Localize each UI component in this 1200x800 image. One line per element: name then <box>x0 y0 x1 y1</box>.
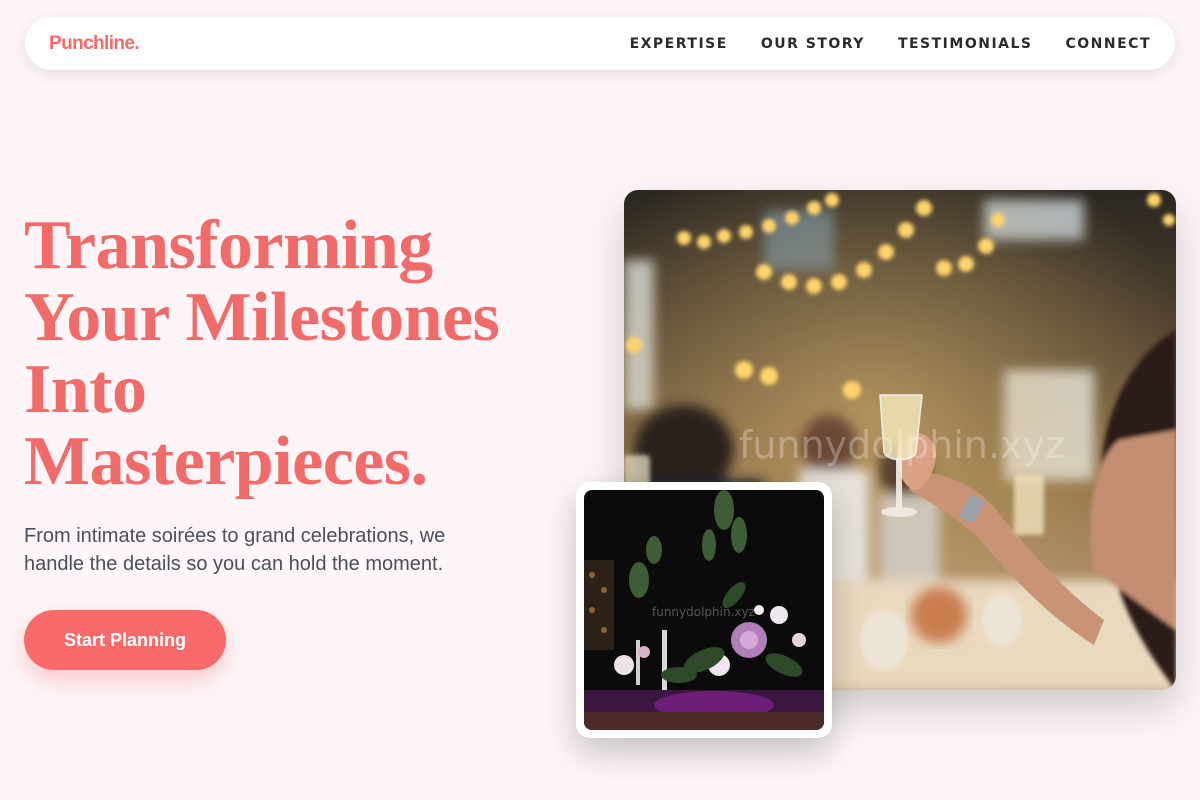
small-photo-watermark: funnydolphin.xyz <box>652 605 755 619</box>
nav-link-testimonials[interactable]: TESTIMONIALS <box>898 36 1033 52</box>
headline-line-1: Transforming <box>24 207 433 284</box>
brand-logo[interactable]: Punchline. <box>49 33 140 55</box>
nav-link-connect[interactable]: CONNECT <box>1066 36 1152 52</box>
main-photo-watermark: funnydolphin.xyz <box>739 423 1065 467</box>
headline-line-2: Your Milestones <box>24 279 500 356</box>
headline-line-4: Masterpieces. <box>24 423 428 500</box>
floral-photo-frame: funnydolphin.xyz <box>576 482 832 738</box>
floral-centerpiece-illustration: funnydolphin.xyz <box>584 490 824 730</box>
top-navbar: Punchline. EXPERTISE OUR STORY TESTIMONI… <box>25 17 1175 70</box>
start-planning-button[interactable]: Start Planning <box>24 610 226 670</box>
landing-page: Punchline. EXPERTISE OUR STORY TESTIMONI… <box>0 0 1200 800</box>
nav-link-expertise[interactable]: EXPERTISE <box>630 36 728 52</box>
hero-headline: Transforming Your Milestones Into Master… <box>24 210 584 498</box>
floral-centerpiece-photo: funnydolphin.xyz <box>584 490 824 730</box>
nav-links: EXPERTISE OUR STORY TESTIMONIALS CONNECT <box>630 36 1151 52</box>
headline-line-3: Into <box>24 351 147 428</box>
nav-link-our-story[interactable]: OUR STORY <box>761 36 865 52</box>
hero-subtext: From intimate soirées to grand celebrati… <box>24 525 446 575</box>
